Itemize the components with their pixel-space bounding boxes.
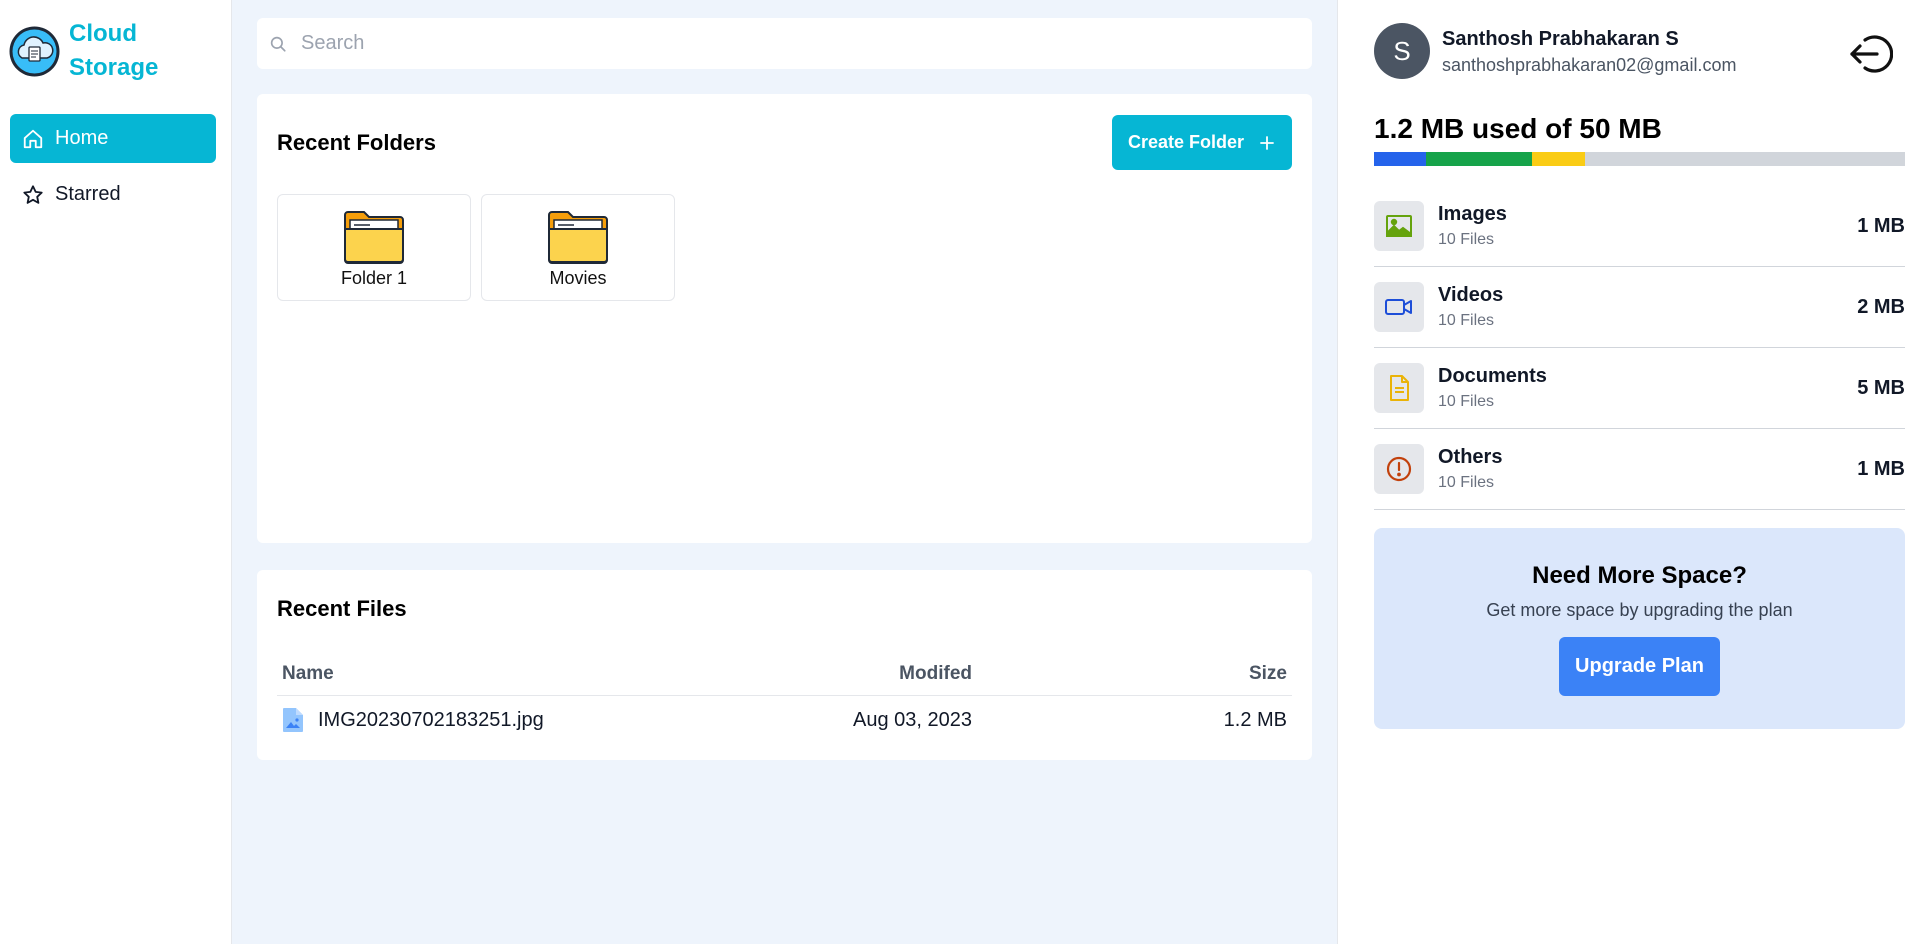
category-size: 1 MB	[1857, 457, 1905, 480]
category-name: Others	[1438, 446, 1503, 468]
category-name: Documents	[1438, 365, 1547, 387]
category-count: 10 Files	[1438, 393, 1495, 410]
storage-panel: S Santhosh Prabhakaran S santhoshprabhak…	[1337, 0, 1915, 944]
category-row-documents[interactable]: Documents 10 Files 5 MB	[1374, 348, 1905, 429]
plus-icon	[1260, 135, 1274, 150]
file-name: IMG20230702183251.jpg	[318, 708, 544, 731]
category-name: Images	[1438, 203, 1507, 225]
search-icon	[270, 36, 286, 52]
folder-icon	[548, 211, 608, 264]
user-name: Santhosh Prabhakaran S	[1442, 28, 1679, 50]
home-icon	[23, 129, 43, 148]
user-email: santhoshprabhakaran02@gmail.com	[1442, 55, 1737, 75]
recent-files-title: Recent Files	[277, 596, 407, 621]
category-row-images[interactable]: Images 10 Files 1 MB	[1374, 186, 1905, 267]
sidebar: Cloud Storage Home Starred	[0, 0, 232, 944]
sidebar-item-label: Home	[55, 127, 109, 149]
recent-folders-card: Recent Folders Create Folder Folder 1 Mo…	[257, 94, 1312, 543]
category-row-others[interactable]: Others 10 Files 1 MB	[1374, 429, 1905, 510]
recent-files-card: Recent Files Name Modifed Size IMG202307…	[257, 570, 1312, 760]
sidebar-item-home[interactable]: Home	[10, 114, 216, 163]
promo-subtitle: Get more space by upgrading the plan	[1486, 600, 1793, 620]
column-header-modified[interactable]: Modifed	[727, 653, 977, 696]
column-header-size[interactable]: Size	[977, 653, 1292, 696]
storage-usage-bar	[1374, 152, 1905, 166]
file-name-cell: IMG20230702183251.jpg	[277, 695, 727, 745]
folder-card[interactable]: Movies	[481, 194, 675, 301]
folder-card[interactable]: Folder 1	[277, 194, 471, 301]
files-table: Name Modifed Size IMG20230702183251.jpg …	[277, 653, 1292, 745]
category-size: 5 MB	[1857, 376, 1905, 399]
column-header-name[interactable]: Name	[277, 653, 727, 696]
storage-usage-text: 1.2 MB used of 50 MB	[1374, 113, 1662, 144]
sidebar-item-label: Starred	[55, 183, 121, 205]
cloud-logo-icon	[9, 26, 60, 76]
promo-title: Need More Space?	[1532, 562, 1747, 589]
category-count: 10 Files	[1438, 312, 1495, 329]
folder-name: Movies	[549, 268, 607, 288]
image-icon	[1386, 215, 1412, 237]
category-count: 10 Files	[1438, 474, 1495, 491]
create-folder-label: Create Folder	[1127, 132, 1245, 152]
usage-segment	[1425, 152, 1533, 166]
sidebar-item-starred[interactable]: Starred	[10, 170, 216, 219]
table-row[interactable]: IMG20230702183251.jpg Aug 03, 2023 1.2 M…	[277, 695, 1292, 745]
brand-name: Cloud Storage	[69, 20, 159, 81]
category-icon-box	[1374, 444, 1424, 494]
alert-circle-icon	[1386, 456, 1412, 482]
star-icon	[23, 184, 43, 204]
search-bar[interactable]	[257, 18, 1312, 69]
upgrade-promo: Need More Space? Get more space by upgra…	[1374, 528, 1905, 729]
document-icon	[1390, 375, 1409, 401]
folder-icon	[344, 211, 404, 264]
avatar[interactable]: S	[1374, 23, 1430, 79]
upgrade-plan-button[interactable]: Upgrade Plan	[1559, 637, 1720, 696]
file-modified: Aug 03, 2023	[853, 708, 972, 731]
usage-segment	[1374, 152, 1426, 166]
usage-segment	[1532, 152, 1586, 166]
category-size: 1 MB	[1857, 214, 1905, 237]
category-icon-box	[1374, 363, 1424, 413]
category-row-videos[interactable]: Videos 10 Files 2 MB	[1374, 267, 1905, 348]
logout-icon[interactable]	[1847, 31, 1893, 77]
create-folder-button[interactable]: Create Folder	[1112, 115, 1292, 170]
brand[interactable]: Cloud Storage	[8, 17, 179, 85]
main-content: Recent Folders Create Folder Folder 1 Mo…	[232, 0, 1337, 944]
category-count: 10 Files	[1438, 231, 1495, 248]
folder-name: Folder 1	[340, 268, 408, 288]
category-size: 2 MB	[1857, 295, 1905, 318]
category-icon-box	[1374, 282, 1424, 332]
category-icon-box	[1374, 201, 1424, 251]
video-icon	[1385, 299, 1412, 315]
search-input[interactable]	[301, 32, 1281, 55]
file-size: 1.2 MB	[1223, 708, 1287, 731]
image-file-icon	[283, 708, 303, 733]
table-header-row: Name Modifed Size	[277, 653, 1292, 696]
category-name: Videos	[1438, 284, 1504, 306]
recent-folders-title: Recent Folders	[277, 130, 436, 155]
